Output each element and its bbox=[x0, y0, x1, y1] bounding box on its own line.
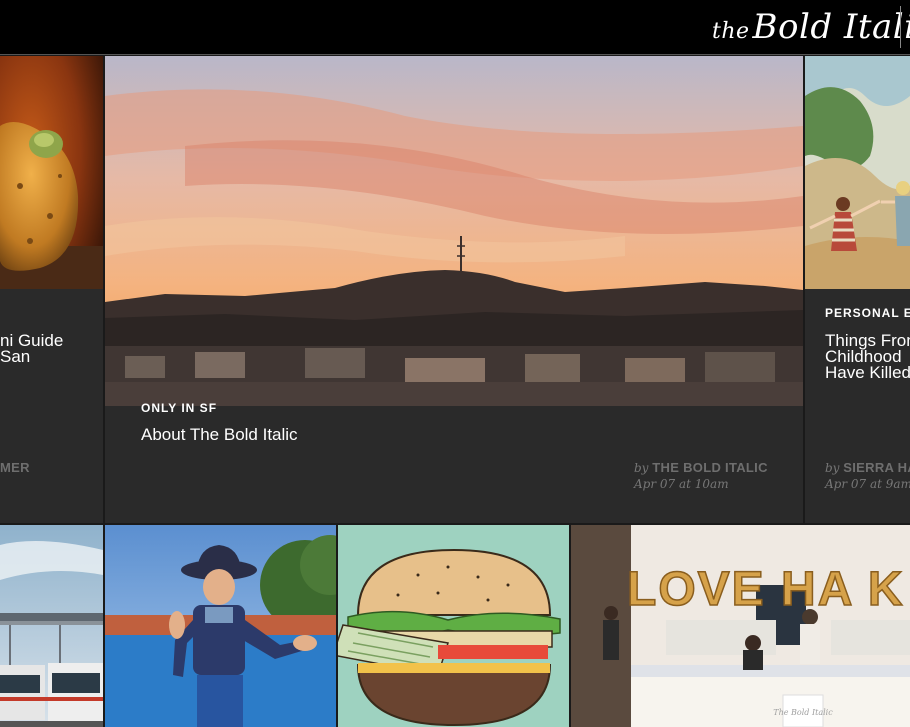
card-title[interactable]: About The Bold Italic bbox=[141, 426, 298, 443]
card-image-children-illustration bbox=[805, 56, 910, 289]
author-name[interactable]: SIERRA HA bbox=[843, 460, 910, 475]
tile-bridge-buses[interactable] bbox=[0, 525, 103, 727]
card-byline: by THE BOLD ITALIC bbox=[634, 459, 768, 477]
site-header: theBold Italic bbox=[0, 0, 910, 55]
tile-love-balloons-event[interactable]: The Bold Italic LOVE HA K bbox=[571, 525, 910, 727]
card-title-line2[interactable]: San bbox=[0, 348, 30, 365]
article-card-featured[interactable]: ONLY IN SF About The Bold Italic by THE … bbox=[105, 56, 803, 523]
article-card-right[interactable]: PERSONAL E Things Fron Childhood Have Ki… bbox=[805, 56, 910, 523]
logo-main-words: Bold Italic bbox=[752, 7, 910, 47]
byline-by: by bbox=[825, 461, 840, 475]
card-byline: by SIERRA HA bbox=[825, 459, 910, 477]
tile-hamburger-illustration[interactable] bbox=[338, 525, 569, 727]
card-date: Apr 07 at 10am bbox=[634, 477, 729, 491]
table-sign-text: The Bold Italic bbox=[773, 708, 833, 717]
card-author: MER bbox=[0, 459, 30, 477]
author-name[interactable]: MER bbox=[0, 460, 30, 475]
article-card-left[interactable]: ni Guide San MER bbox=[0, 56, 103, 523]
site-logo[interactable]: theBold Italic bbox=[712, 4, 910, 50]
card-image-sunset bbox=[105, 56, 803, 406]
balloon-letters: LOVE HA K bbox=[627, 563, 905, 616]
header-divider bbox=[900, 6, 901, 48]
card-category[interactable]: ONLY IN SF bbox=[141, 401, 217, 415]
byline-by: by bbox=[634, 461, 649, 475]
logo-small-word: the bbox=[712, 19, 750, 44]
card-title-line3[interactable]: Have Killed bbox=[825, 364, 910, 381]
author-name[interactable]: THE BOLD ITALIC bbox=[652, 460, 767, 475]
tile-cowboy-statue[interactable] bbox=[105, 525, 336, 727]
card-date: Apr 07 at 9am bbox=[825, 477, 910, 491]
card-category[interactable]: PERSONAL E bbox=[825, 306, 910, 320]
card-image-fig bbox=[0, 56, 103, 289]
